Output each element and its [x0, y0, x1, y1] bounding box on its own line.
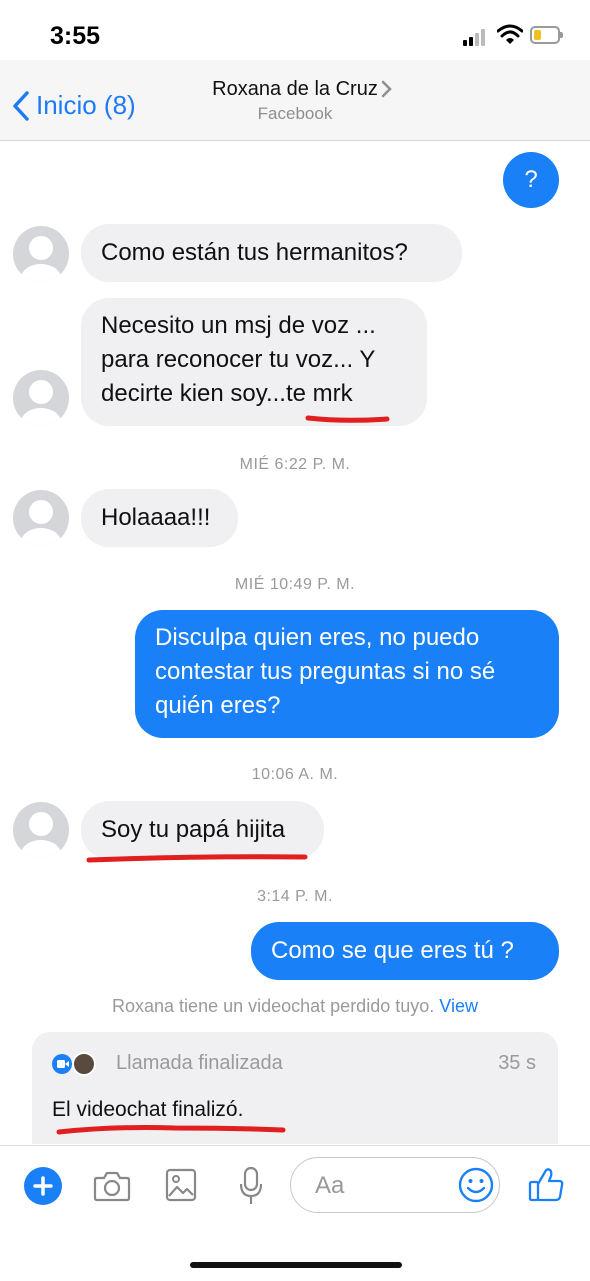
- message-line: Disculpa quien eres, no puedo: [155, 624, 480, 651]
- caller-avatar: [72, 1052, 96, 1076]
- like-button[interactable]: [527, 1166, 565, 1209]
- timestamp: 3:14 P. M.: [257, 888, 333, 905]
- home-indicator: [190, 1262, 402, 1268]
- missed-call-notice: Roxana tiene un videochat perdido tuyo. …: [0, 996, 590, 1017]
- thumbs-up-icon: [528, 1168, 564, 1202]
- plus-icon: [33, 1176, 53, 1196]
- person-icon: [21, 500, 61, 546]
- view-link[interactable]: View: [439, 996, 478, 1016]
- message-line: decirte kien soy...te mrk: [101, 377, 407, 411]
- message-text: te mrk: [285, 380, 353, 407]
- message-line: Necesito un msj de voz ...: [101, 312, 376, 339]
- message-line: para reconocer tu voz... Y: [101, 346, 376, 373]
- message-incoming[interactable]: Como están tus hermanitos?: [81, 224, 462, 282]
- message-line: quién eres?: [155, 692, 281, 719]
- signal-icon: [463, 28, 489, 46]
- gallery-button[interactable]: [165, 1168, 197, 1207]
- avatar[interactable]: [13, 370, 69, 426]
- timestamp: 10:06 A. M.: [251, 766, 339, 783]
- message-outgoing[interactable]: Disculpa quien eres, no puedo contestar …: [135, 610, 559, 738]
- camera-button[interactable]: [93, 1170, 131, 1207]
- battery-level: [534, 30, 541, 40]
- person-icon: [21, 380, 61, 426]
- wifi-icon: [496, 24, 524, 46]
- status-time: 3:55: [50, 22, 101, 50]
- input-placeholder: Aa: [315, 1172, 345, 1199]
- timestamp: MIÉ 6:22 P. M.: [239, 456, 351, 473]
- call-title: Llamada finalizada: [116, 1052, 283, 1074]
- message-text: decirte kien soy...: [101, 380, 286, 407]
- avatar[interactable]: [13, 802, 69, 858]
- chevron-right-icon[interactable]: [380, 80, 392, 98]
- camera-icon: [93, 1171, 131, 1202]
- message-outgoing[interactable]: Como se que eres tú ?: [251, 922, 559, 980]
- plus-button[interactable]: [24, 1167, 62, 1205]
- contact-subtitle: Facebook: [257, 104, 333, 123]
- red-underline: [305, 415, 390, 423]
- composer-bar: [0, 1145, 590, 1281]
- red-underline: [56, 1125, 286, 1135]
- emoji-icon[interactable]: [457, 1166, 495, 1204]
- message-outgoing[interactable]: ?: [503, 152, 559, 208]
- battery-icon: [530, 26, 563, 44]
- message-line: contestar tus preguntas si no sé: [155, 658, 496, 685]
- person-icon: [21, 812, 61, 858]
- microphone-button[interactable]: [238, 1166, 264, 1211]
- gallery-icon: [165, 1168, 197, 1202]
- microphone-icon: [239, 1166, 263, 1204]
- red-underline: [86, 854, 308, 863]
- chat-header: Inicio (8) Roxana de la Cruz Facebook: [0, 60, 590, 141]
- timestamp: MIÉ 10:49 P. M.: [234, 576, 356, 593]
- contact-name[interactable]: Roxana de la Cruz: [0, 78, 590, 101]
- message-input[interactable]: Aa: [290, 1157, 500, 1213]
- missed-call-text: Roxana tiene un videochat perdido tuyo.: [112, 996, 435, 1016]
- message-incoming[interactable]: Necesito un msj de voz ... para reconoce…: [81, 298, 427, 426]
- message-incoming[interactable]: Holaaaa!!!: [81, 489, 238, 547]
- person-icon: [21, 236, 61, 282]
- avatar[interactable]: [13, 490, 69, 546]
- avatar[interactable]: [13, 226, 69, 282]
- call-duration: 35 s: [498, 1052, 536, 1074]
